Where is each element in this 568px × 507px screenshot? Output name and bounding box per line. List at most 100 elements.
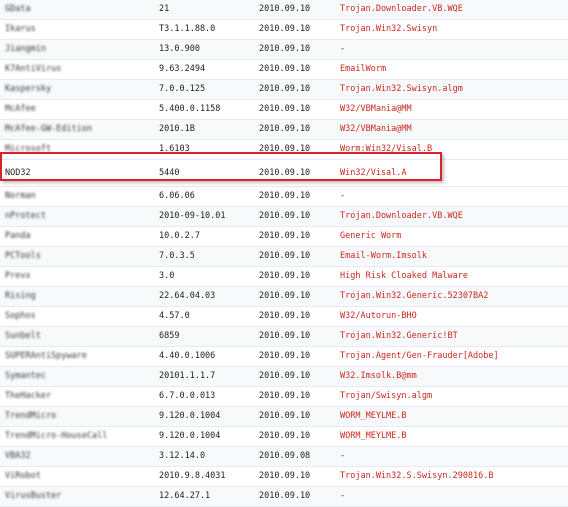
engine-name: Microsoft bbox=[0, 139, 159, 160]
engine-name-text: Sophos bbox=[5, 311, 36, 321]
engine-version: 7.0.0.125 bbox=[159, 79, 259, 100]
scan-result-row: Symantec 20101.1.1.7 2010.09.10 W32.Imsolk.… bbox=[0, 366, 568, 387]
engine-version: 3.0 bbox=[159, 266, 259, 287]
update-date-text: 2010.09.10 bbox=[259, 124, 311, 134]
engine-name-text: Sunbelt bbox=[5, 331, 41, 341]
engine-name-text: SUPERAntiSpyware bbox=[5, 351, 87, 361]
update-date-text: 2010.09.10 bbox=[259, 144, 311, 154]
engine-version: 5440 bbox=[159, 159, 259, 187]
detection-result: Trojan.Agent/Gen-Frauder[Adobe] bbox=[340, 346, 568, 367]
engine-version: 5.400.0.1158 bbox=[159, 99, 259, 120]
engine-version-text: 5.400.0.1158 bbox=[159, 104, 221, 114]
engine-version-text: 2010.9.8.4031 bbox=[159, 471, 226, 481]
detection-result-text: WORM_MEYLME.B bbox=[340, 411, 407, 421]
scan-result-row: NOD32 5440 2010.09.10 Win32/Visal.A bbox=[0, 159, 568, 187]
detection-result: Win32/Visal.A bbox=[340, 159, 568, 187]
detection-result-text: Trojan.Win32.Swisyn bbox=[340, 24, 438, 34]
engine-name: TrendMicro bbox=[0, 406, 159, 427]
scan-result-row: Prevx 3.0 2010.09.10 High Risk Cloaked Malw… bbox=[0, 266, 568, 287]
engine-version: 2010-09-10.01 bbox=[159, 206, 259, 227]
engine-version: 6.06.06 bbox=[159, 186, 259, 207]
engine-name-text: Ikarus bbox=[5, 24, 36, 34]
update-date-text: 2010.09.10 bbox=[259, 291, 311, 301]
engine-version: 6.7.0.0.013 bbox=[159, 386, 259, 407]
detection-result-text: Trojan.Win32.Generic!BT bbox=[340, 331, 458, 341]
engine-name-text: K7AntiVirus bbox=[5, 64, 62, 74]
detection-result-text: W32.Imsolk.B@mm bbox=[340, 371, 417, 381]
update-date-text: 2010.09.10 bbox=[259, 4, 311, 14]
update-date-text: 2010.09.10 bbox=[259, 84, 311, 94]
engine-name-text: Norman bbox=[5, 191, 36, 201]
detection-result-text: W32/VBMania@MM bbox=[340, 104, 412, 114]
update-date-text: 2010.09.10 bbox=[259, 391, 311, 401]
update-date: 2010.09.10 bbox=[259, 0, 340, 20]
detection-result-text: Email-Worm.Imsolk bbox=[340, 251, 427, 261]
engine-name: Prevx bbox=[0, 266, 159, 287]
engine-name: PCTools bbox=[0, 246, 159, 267]
update-date-text: 2010.09.10 bbox=[259, 491, 311, 501]
update-date: 2010.09.10 bbox=[259, 286, 340, 307]
engine-name: Norman bbox=[0, 186, 159, 207]
engine-version-text: 1.6103 bbox=[159, 144, 190, 154]
engine-version-text: 7.0.3.5 bbox=[159, 251, 195, 261]
engine-version: 1.6103 bbox=[159, 139, 259, 160]
engine-version-text: 20101.1.1.7 bbox=[159, 371, 216, 381]
update-date-text: 2010.09.10 bbox=[259, 271, 311, 281]
engine-version: 7.0.3.5 bbox=[159, 246, 259, 267]
detection-result: - bbox=[340, 486, 568, 507]
engine-version: 10.0.2.7 bbox=[159, 226, 259, 247]
detection-result: WORM_MEYLME.B bbox=[340, 406, 568, 427]
detection-result-text: Trojan.Win32.Swisyn.algm bbox=[340, 84, 463, 94]
engine-name: VBA32 bbox=[0, 446, 159, 467]
detection-result: WORM_MEYLME.B bbox=[340, 426, 568, 447]
scan-result-row: TrendMicro-HouseCall 9.120.0.1004 2010.09.… bbox=[0, 426, 568, 447]
scan-results-body: GData 21 2010.09.10 Trojan.Downloader.VB.WQ… bbox=[0, 0, 568, 507]
scan-result-row: ViRobot 2010.9.8.4031 2010.09.10 Trojan.Win… bbox=[0, 466, 568, 487]
detection-result: Trojan.Downloader.VB.WQE bbox=[340, 206, 568, 227]
update-date: 2010.09.10 bbox=[259, 466, 340, 487]
scan-result-row: Sophos 4.57.0 2010.09.10 W32/Autorun-BHO bbox=[0, 306, 568, 327]
detection-result: Trojan.Win32.Swisyn.algm bbox=[340, 79, 568, 100]
engine-version-text: 6.7.0.0.013 bbox=[159, 391, 216, 401]
detection-result-text: Worm:Win32/Visal.B bbox=[340, 144, 433, 154]
detection-result-text: WORM_MEYLME.B bbox=[340, 431, 407, 441]
update-date-text: 2010.09.10 bbox=[259, 104, 311, 114]
engine-name: GData bbox=[0, 0, 159, 20]
detection-result-text: Trojan.Agent/Gen-Frauder[Adobe] bbox=[340, 351, 499, 361]
engine-name: Sophos bbox=[0, 306, 159, 327]
detection-result: Trojan/Swisyn.algm bbox=[340, 386, 568, 407]
detection-result-text: - bbox=[340, 451, 346, 461]
update-date: 2010.09.10 bbox=[259, 206, 340, 227]
detection-result: Worm:Win32/Visal.B bbox=[340, 139, 568, 160]
engine-version: 4.57.0 bbox=[159, 306, 259, 327]
engine-name-text: TrendMicro-HouseCall bbox=[5, 431, 108, 441]
engine-name-text: NOD32 bbox=[5, 167, 31, 178]
detection-result-text: W32/VBMania@MM bbox=[340, 124, 412, 134]
engine-version-text: 5440 bbox=[159, 167, 180, 178]
engine-version: 12.64.27.1 bbox=[159, 486, 259, 507]
scan-result-row: Ikarus T3.1.1.88.0 2010.09.10 Trojan.Win32.… bbox=[0, 19, 568, 40]
engine-version-text: 7.0.0.125 bbox=[159, 84, 206, 94]
engine-name-text: Microsoft bbox=[5, 144, 52, 154]
engine-version: 9.120.0.1004 bbox=[159, 406, 259, 427]
update-date: 2010.09.10 bbox=[259, 366, 340, 387]
engine-version: 9.63.2494 bbox=[159, 59, 259, 80]
engine-name-text: TheHacker bbox=[5, 391, 52, 401]
engine-version: 2010.1B bbox=[159, 119, 259, 140]
engine-name: Symantec bbox=[0, 366, 159, 387]
engine-version-text: 2010-09-10.01 bbox=[159, 211, 226, 221]
engine-name-text: McAfee-GW-Edition bbox=[5, 124, 92, 134]
engine-name: NOD32 bbox=[0, 159, 159, 187]
engine-version-text: 6.06.06 bbox=[159, 191, 195, 201]
detection-result-text: Trojan.Win32.Generic.52307BA2 bbox=[340, 291, 489, 301]
update-date-text: 2010.09.10 bbox=[259, 371, 311, 381]
scan-result-row: SUPERAntiSpyware 4.40.0.1006 2010.09.10 Tro… bbox=[0, 346, 568, 367]
engine-version: 6859 bbox=[159, 326, 259, 347]
engine-name-text: Jiangmin bbox=[5, 44, 46, 54]
engine-version-text: 3.12.14.0 bbox=[159, 451, 206, 461]
engine-name: Sunbelt bbox=[0, 326, 159, 347]
engine-version-text: 9.120.0.1004 bbox=[159, 411, 221, 421]
engine-name-text: GData bbox=[5, 4, 31, 14]
update-date: 2010.09.10 bbox=[259, 486, 340, 507]
engine-name: Kaspersky bbox=[0, 79, 159, 100]
